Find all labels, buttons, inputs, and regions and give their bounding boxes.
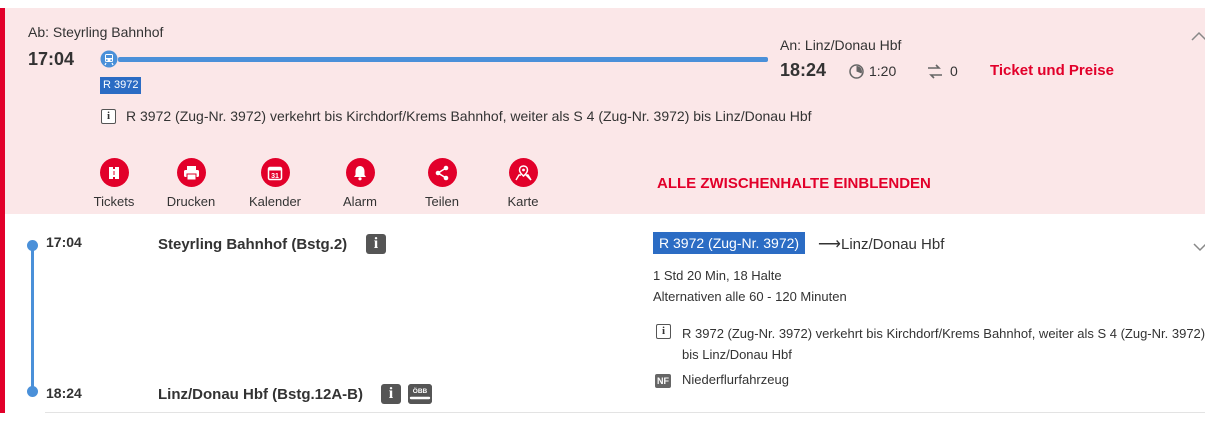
transfer-icon xyxy=(928,64,942,79)
arrival-time: 18:24 xyxy=(780,60,827,80)
map-button[interactable]: Karte xyxy=(493,158,553,209)
ticket-prices-link[interactable]: Ticket und Preise xyxy=(990,62,1114,79)
departure-time: 17:04 xyxy=(46,234,82,250)
print-label: Drucken xyxy=(166,194,216,209)
timeline-end-dot xyxy=(27,386,38,397)
low-floor-label: Niederflurfahrzeug xyxy=(682,372,789,387)
station-info-icon[interactable]: i xyxy=(381,384,401,404)
alarm-label: Alarm xyxy=(343,194,377,209)
obb-logo-icon[interactable]: ÖBB xyxy=(408,384,432,404)
calendar-button[interactable]: 31 Kalender xyxy=(245,158,305,209)
arrival-time: 18:24 xyxy=(46,385,82,401)
departure-station: Steyrling Bahnhof (Bstg.2) xyxy=(158,236,348,253)
connection-details: 17:04 Steyrling Bahnhof (Bstg.2) i 18:24… xyxy=(5,214,1205,413)
alarm-button[interactable]: Alarm xyxy=(330,158,390,209)
share-button[interactable]: Teilen xyxy=(412,158,472,209)
timeline-start-dot xyxy=(27,240,38,251)
travel-duration: 1:20 xyxy=(869,63,897,79)
train-icon xyxy=(100,50,118,68)
print-icon xyxy=(176,158,206,187)
departure-station-label: Ab: Steyrling Bahnhof xyxy=(28,24,164,40)
map-label: Karte xyxy=(507,194,539,209)
train-number-badge: R 3972 xyxy=(100,77,142,94)
ticket-icon xyxy=(99,158,129,187)
print-button[interactable]: Drucken xyxy=(161,158,221,209)
low-floor-icon: NF xyxy=(655,374,671,388)
tickets-button[interactable]: Tickets xyxy=(84,158,144,209)
route-progress-line xyxy=(118,57,768,62)
arrival-station-label: An: Linz/Donau Hbf xyxy=(780,37,902,53)
map-icon xyxy=(508,158,538,187)
station-info-icon[interactable]: i xyxy=(366,234,386,254)
divider xyxy=(45,412,1205,413)
bell-icon xyxy=(345,158,375,187)
calendar-label: Kalender xyxy=(248,194,302,209)
train-destination: Linz/Donau Hbf xyxy=(841,236,945,253)
calendar-day: 31 xyxy=(271,173,279,180)
obb-logo-text: ÖBB xyxy=(413,386,428,395)
show-all-stops-link[interactable]: ALLE ZWISCHENHALTE EINBLENDEN xyxy=(657,175,931,192)
arrow-right-icon: ⟶ xyxy=(818,236,841,253)
duration-stops: 1 Std 20 Min, 18 Halte xyxy=(653,268,782,283)
info-icon: i xyxy=(656,324,671,339)
chevron-down-icon[interactable] xyxy=(1192,242,1205,252)
clock-icon xyxy=(849,64,864,79)
share-label: Teilen xyxy=(425,194,459,209)
connection-card: Ab: Steyrling Bahnhof 17:04 R 3972 An: L… xyxy=(0,8,1205,413)
share-icon xyxy=(427,158,457,187)
train-info-note: R 3972 (Zug-Nr. 3972) verkehrt bis Kirch… xyxy=(682,326,1205,362)
timeline-line xyxy=(31,244,34,391)
chevron-up-icon[interactable] xyxy=(1190,30,1205,42)
calendar-icon: 31 xyxy=(260,158,290,187)
transfer-count: 0 xyxy=(950,63,958,79)
info-icon: i xyxy=(101,109,116,124)
train-line-badge[interactable]: R 3972 (Zug-Nr. 3972) xyxy=(653,232,806,254)
arrival-station: Linz/Donau Hbf (Bstg.12A-B) xyxy=(158,386,363,403)
tickets-label: Tickets xyxy=(93,194,135,209)
departure-time: 17:04 xyxy=(28,49,75,69)
train-info-note: R 3972 (Zug-Nr. 3972) verkehrt bis Kirch… xyxy=(126,108,812,124)
alternatives-info: Alternativen alle 60 - 120 Minuten xyxy=(653,289,847,304)
connection-summary[interactable]: Ab: Steyrling Bahnhof 17:04 R 3972 An: L… xyxy=(5,8,1205,214)
